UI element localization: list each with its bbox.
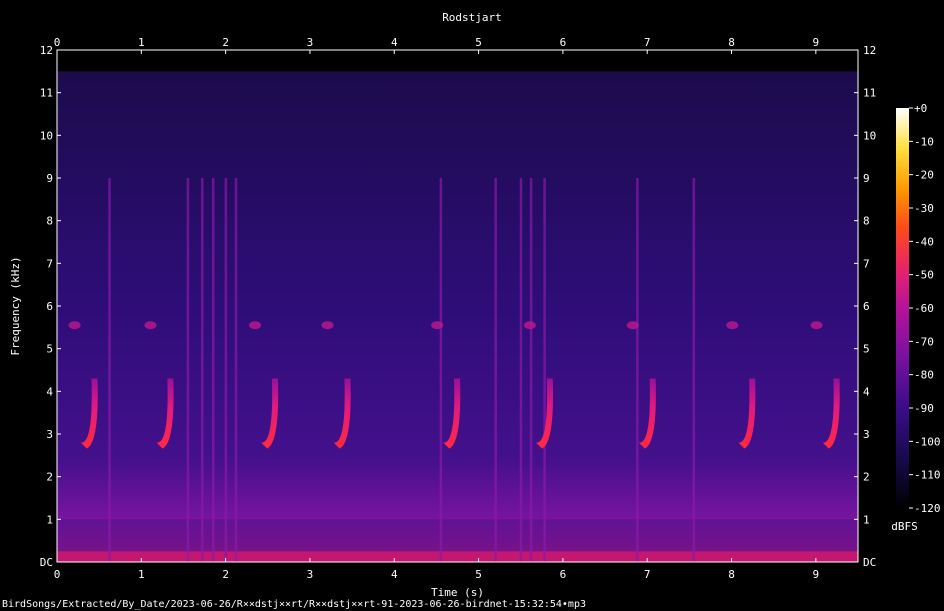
- y-tick-label-right: 5: [863, 343, 870, 356]
- y-tick-label-right: 1: [863, 513, 870, 526]
- x-tick-label-top: 2: [222, 36, 229, 49]
- bird-call-chirp: [249, 321, 262, 330]
- y-tick-label-right: 2: [863, 471, 870, 484]
- click-streak: [439, 178, 443, 562]
- colorbar: +0 -10 -20 -30 -40 -50 -60 -70 -80 -90 -100 -110 -12…: [891, 102, 940, 533]
- x-tick-label-top: 8: [728, 36, 735, 49]
- y-tick-label-right: DC: [863, 556, 876, 569]
- spectrogram-chart: Rodstjart 00112233445566778899DC DC1 12 23 3…: [2, 11, 941, 610]
- bird-call-chirp: [68, 321, 81, 330]
- x-tick-label-top: 7: [644, 36, 651, 49]
- y-tick-label-right: 3: [863, 428, 870, 441]
- x-tick-label: 6: [560, 568, 567, 581]
- bird-call-chirp: [321, 321, 334, 330]
- x-axis-label: Time (s): [431, 586, 484, 599]
- bird-call-chirp: [726, 321, 739, 330]
- click-streak: [201, 178, 204, 562]
- x-tick-label: 8: [728, 568, 735, 581]
- colorbar-tick-label: +0: [914, 102, 927, 115]
- y-tick-label-right: 8: [863, 215, 870, 228]
- colorbar-gradient: [896, 108, 909, 508]
- y-tick-label: 2: [46, 471, 53, 484]
- x-tick-label-top: 3: [307, 36, 314, 49]
- y-tick-label-right: 4: [863, 385, 870, 398]
- y-tick-label: 6: [46, 300, 53, 313]
- y-tick-label-right: 6: [863, 300, 870, 313]
- y-tick-label-right: 9: [863, 172, 870, 185]
- y-tick-label: 4: [46, 385, 53, 398]
- colorbar-tick-label: -70: [914, 335, 934, 348]
- colorbar-tick-label: -40: [914, 235, 934, 248]
- y-tick-label: 7: [46, 257, 53, 270]
- x-tick-label-top: 4: [391, 36, 398, 49]
- x-tick-label: 7: [644, 568, 651, 581]
- y-tick-label-right: 12: [863, 44, 876, 57]
- chart-title: Rodstjart: [442, 11, 502, 24]
- y-tick-label: DC: [40, 556, 53, 569]
- x-tick-label: 5: [475, 568, 482, 581]
- x-tick-label-top: 0: [54, 36, 61, 49]
- x-tick-label: 4: [391, 568, 398, 581]
- y-tick-label: 3: [46, 428, 53, 441]
- x-tick-label: 3: [307, 568, 314, 581]
- y-tick-label-right: 11: [863, 87, 876, 100]
- y-tick-label: 5: [46, 343, 53, 356]
- x-tick-label: 0: [54, 568, 61, 581]
- click-streak: [692, 178, 696, 562]
- spectrogram-background: [57, 50, 858, 562]
- x-tick-label: 2: [222, 568, 229, 581]
- colorbar-tick-label: -60: [914, 302, 934, 315]
- file-path-label: BirdSongs/Extracted/By_Date/2023-06-26/R…: [2, 599, 586, 610]
- colorbar-tick-label: -120: [914, 502, 941, 515]
- colorbar-tick-label: -80: [914, 369, 934, 382]
- click-streak: [543, 178, 546, 562]
- click-streak: [529, 178, 533, 562]
- y-tick-label: 8: [46, 215, 53, 228]
- y-axis-label: Frequency (kHz): [9, 256, 22, 355]
- click-streak: [108, 178, 111, 562]
- x-tick-label-top: 9: [813, 36, 820, 49]
- click-streak: [636, 178, 639, 562]
- click-streak: [494, 178, 497, 562]
- y-tick-label: 1: [46, 513, 53, 526]
- click-streak: [224, 178, 228, 562]
- dc-band: [57, 551, 858, 562]
- x-tick-label: 9: [813, 568, 820, 581]
- bird-call-chirp: [523, 321, 536, 330]
- plot-area: [56, 49, 859, 563]
- bird-call-chirp: [810, 321, 823, 330]
- click-streak: [234, 178, 238, 562]
- colorbar-tick-label: -50: [914, 269, 934, 282]
- colorbar-label: dBFS: [891, 520, 918, 533]
- y-tick-label: 10: [40, 129, 53, 142]
- silent-band: [57, 50, 858, 72]
- y-tick-label: 11: [40, 87, 53, 100]
- colorbar-tick-label: -90: [914, 402, 934, 415]
- click-streak: [211, 178, 215, 562]
- colorbar-tick-label: -30: [914, 202, 934, 215]
- bird-call-chirp: [144, 321, 157, 330]
- x-tick-label-top: 1: [138, 36, 145, 49]
- y-tick-label-right: 10: [863, 129, 876, 142]
- click-streak: [186, 178, 190, 562]
- colorbar-tick-label: -20: [914, 169, 934, 182]
- bird-call-chirp: [431, 321, 444, 330]
- x-tick-label: 1: [138, 568, 145, 581]
- x-tick-label-top: 5: [475, 36, 482, 49]
- y-tick-label-right: 7: [863, 257, 870, 270]
- colorbar-tick-label: -110: [914, 469, 941, 482]
- colorbar-tick-label: -10: [914, 135, 934, 148]
- y-tick-label: 9: [46, 172, 53, 185]
- bird-call-chirp: [626, 321, 639, 330]
- y-tick-label: 12: [40, 44, 53, 57]
- colorbar-tick-label: -100: [914, 435, 941, 448]
- click-streak: [519, 178, 523, 562]
- x-tick-label-top: 6: [560, 36, 567, 49]
